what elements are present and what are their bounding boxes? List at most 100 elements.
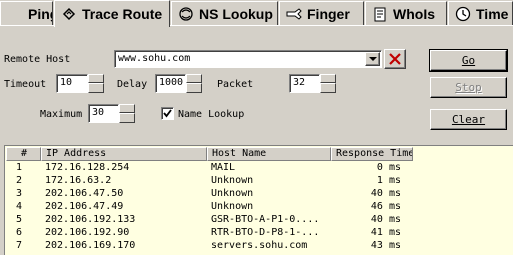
timeout-spinner[interactable]: [88, 74, 104, 93]
column-header-host[interactable]: Host Name: [207, 147, 331, 161]
row-number: 5: [16, 214, 23, 225]
row-host: RTR-BTO-D-P8-1-...: [211, 227, 320, 238]
stop-button[interactable]: Stop: [430, 77, 507, 98]
column-header-ip[interactable]: IP Address: [41, 147, 207, 161]
chevron-down-icon: [368, 56, 377, 61]
spin-down-button[interactable]: [119, 113, 135, 123]
clear-button-label: Clear: [451, 113, 486, 126]
tab-trace-route[interactable]: Trace Route: [54, 0, 170, 27]
clear-host-button[interactable]: [384, 49, 406, 69]
tab-label: WhoIs: [393, 5, 435, 22]
table-row[interactable]: 3 202.106.47.50 Unknown 40 ms: [6, 188, 413, 200]
row-host: servers.sohu.com: [211, 240, 308, 251]
row-time: 40 ms: [370, 188, 401, 199]
ns-lookup-icon: [179, 6, 193, 21]
tab-label: Finger: [307, 5, 350, 22]
clock-icon: [455, 6, 471, 21]
spin-up-button[interactable]: [320, 74, 336, 83]
row-number: 3: [16, 188, 23, 199]
delay-value: 1000: [159, 77, 184, 88]
tab-label: Ping: [28, 5, 52, 22]
table-row[interactable]: 6 202.106.192.90 RTR-BTO-D-P8-1-... 41 m…: [6, 227, 413, 239]
results-list[interactable]: # IP Address Host Name Response Time 1 1…: [4, 145, 513, 255]
row-number: 2: [16, 175, 23, 186]
delay-spinner[interactable]: [186, 74, 202, 93]
checkmark-icon: [163, 109, 172, 118]
maximum-input[interactable]: 30: [88, 104, 119, 123]
tab-label: Time: [476, 5, 509, 22]
trace-route-icon: [62, 7, 76, 21]
table-row[interactable]: 4 202.106.47.49 Unknown 46 ms: [6, 201, 413, 213]
remote-host-dropdown-button[interactable]: [365, 52, 380, 66]
row-time: 0 ms: [376, 162, 401, 173]
go-button-label: Go: [461, 54, 476, 67]
row-ip: 202.106.192.90: [45, 227, 130, 238]
go-button[interactable]: Go: [429, 49, 508, 72]
clear-button[interactable]: Clear: [430, 109, 507, 130]
row-host: Unknown: [211, 188, 254, 199]
timeout-input[interactable]: 10: [56, 74, 88, 93]
spin-down-button[interactable]: [88, 83, 104, 93]
row-ip: 172.16.128.254: [45, 162, 130, 173]
spin-up-button[interactable]: [186, 74, 202, 83]
packet-input[interactable]: 32: [289, 74, 320, 93]
row-number: 1: [16, 162, 23, 173]
delay-input[interactable]: 1000: [155, 74, 186, 93]
row-ip: 202.106.169.170: [45, 240, 136, 251]
row-ip: 202.106.192.133: [45, 214, 136, 225]
row-host: MAIL: [211, 162, 236, 173]
packet-value: 32: [293, 77, 306, 88]
maximum-value: 30: [92, 107, 105, 118]
tab-label: Trace Route: [82, 6, 163, 22]
remote-host-combobox[interactable]: www.sohu.com: [114, 50, 382, 68]
remote-host-value: www.sohu.com: [118, 53, 191, 64]
table-row[interactable]: 7 202.106.169.170 servers.sohu.com 43 ms: [6, 240, 413, 252]
row-host: Unknown: [211, 175, 254, 186]
row-number: 4: [16, 201, 23, 212]
spin-down-button[interactable]: [186, 83, 202, 93]
spin-up-button[interactable]: [88, 74, 104, 83]
name-lookup-checkbox[interactable]: [161, 107, 174, 120]
tab-ns-lookup[interactable]: NS Lookup: [171, 1, 278, 25]
ping-icon: [7, 6, 23, 22]
row-ip: 202.106.47.49: [45, 201, 124, 212]
tab-whois[interactable]: WhoIs: [365, 1, 447, 25]
row-time: 46 ms: [370, 201, 401, 212]
spin-up-button[interactable]: [119, 104, 135, 113]
remote-host-label: Remote Host: [4, 54, 71, 65]
row-ip: 172.16.63.2: [45, 175, 112, 186]
row-host: Unknown: [211, 201, 254, 212]
packet-label: Packet: [217, 79, 254, 90]
row-time: 1 ms: [376, 175, 401, 186]
tab-ping[interactable]: Ping: [0, 1, 53, 25]
close-icon: [389, 53, 401, 65]
maximum-label: Maximum: [40, 109, 83, 120]
row-time: 43 ms: [370, 240, 401, 251]
row-time: 40 ms: [370, 214, 401, 225]
row-ip: 202.106.47.50: [45, 188, 124, 199]
delay-label: Delay: [117, 79, 148, 90]
timeout-label: Timeout: [4, 79, 47, 90]
row-number: 7: [16, 240, 23, 251]
packet-spinner[interactable]: [320, 74, 336, 93]
timeout-value: 10: [60, 77, 73, 88]
row-number: 6: [16, 227, 23, 238]
row-host: GSR-BTO-A-P1-0....: [211, 214, 320, 225]
tab-strip: Ping Trace Route NS Lookup Finger WhoIs: [0, 0, 513, 27]
results-header: # IP Address Host Name Response Time: [6, 147, 413, 161]
maximum-spinner[interactable]: [119, 104, 135, 123]
column-header-number[interactable]: #: [6, 147, 41, 161]
whois-icon: [374, 7, 386, 21]
stop-button-label: Stop: [455, 81, 482, 94]
row-time: 41 ms: [370, 227, 401, 238]
column-header-response[interactable]: Response Time: [331, 147, 413, 161]
finger-icon: [286, 7, 302, 20]
table-row[interactable]: 1 172.16.128.254 MAIL 0 ms: [6, 162, 413, 174]
tab-time[interactable]: Time: [448, 1, 513, 25]
spin-down-button[interactable]: [320, 83, 336, 93]
tab-label: NS Lookup: [199, 5, 273, 22]
table-row[interactable]: 5 202.106.192.133 GSR-BTO-A-P1-0.... 40 …: [6, 214, 413, 226]
tab-finger[interactable]: Finger: [279, 1, 364, 25]
name-lookup-label: Name Lookup: [178, 109, 245, 120]
table-row[interactable]: 2 172.16.63.2 Unknown 1 ms: [6, 175, 413, 187]
